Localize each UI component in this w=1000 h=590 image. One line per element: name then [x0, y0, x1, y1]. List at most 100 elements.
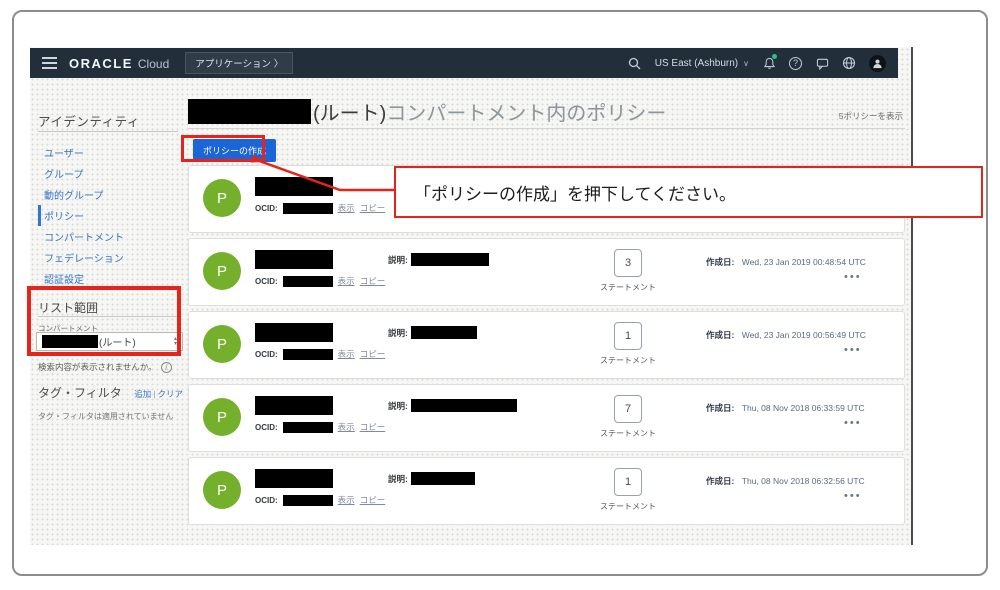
statement-count: 7 [624, 403, 632, 415]
ocid-show-link[interactable]: 表示 [338, 275, 355, 287]
description-label: 説明: [388, 327, 408, 338]
brand-oracle: ORACLE [69, 55, 133, 71]
avatar-letter: P [216, 262, 227, 280]
ocid-show-link[interactable]: 表示 [338, 494, 355, 506]
ocid-show-link[interactable]: 表示 [338, 202, 355, 214]
row-actions-menu-icon[interactable]: ••• [844, 490, 862, 502]
avatar-letter: P [216, 481, 227, 499]
statement-count: 3 [624, 257, 632, 269]
policy-row: P OCID: 表示 コピー 説明: 1 ステートメント 作成日: Thu, 0… [188, 457, 905, 525]
statement-count: 1 [624, 476, 632, 488]
region-selector[interactable]: US East (Ashburn) ∨ [655, 58, 749, 69]
ocid-label: OCID: [255, 203, 278, 213]
sidebar-item[interactable]: コンパートメント [38, 226, 178, 247]
tag-filter-heading: タグ・フィルタ [38, 386, 122, 400]
redacted-policy-name [255, 323, 333, 342]
ocid-copy-link[interactable]: コピー [360, 348, 386, 360]
policy-avatar: P [203, 471, 241, 509]
search-hint-text: 検索内容が表示されませんか。 [38, 362, 157, 372]
policy-avatar: P [203, 325, 241, 363]
redacted-ocid [282, 348, 333, 360]
redacted-description [410, 399, 517, 412]
create-policy-button[interactable]: ポリシーの作成 [193, 139, 277, 162]
sidebar-item[interactable]: 認証設定 [38, 268, 178, 289]
tag-clear-link[interactable]: クリア [157, 389, 183, 399]
ocid-copy-link[interactable]: コピー [360, 421, 386, 433]
avatar-letter: P [216, 335, 227, 353]
user-avatar-icon[interactable] [869, 54, 886, 72]
policy-count-label: 5ポリシーを表示 [838, 111, 903, 121]
screenshot-root: ORACLE Cloud アプリケーション 〉 US East (Ashburn… [0, 0, 1000, 590]
redacted-compartment-name [42, 335, 98, 348]
ocid-copy-link[interactable]: コピー [360, 275, 386, 287]
search-icon[interactable] [628, 56, 642, 70]
browser-screenshot: ORACLE Cloud アプリケーション 〉 US East (Ashburn… [30, 47, 913, 545]
ocid-show-link[interactable]: 表示 [338, 421, 355, 433]
oracle-cloud-logo: ORACLE Cloud [69, 56, 169, 71]
sidebar-heading: アイデンティティ [38, 115, 140, 129]
sidebar-item[interactable]: ユーザー [38, 142, 178, 163]
created-label: 作成日: [706, 330, 735, 340]
ocid-copy-link[interactable]: コピー [360, 202, 386, 214]
tag-add-link[interactable]: 追加 [134, 389, 151, 399]
policy-list: P OCID: 表示 コピー 説明: ステートメント 作成日: ••• P OC… [188, 165, 905, 530]
ocid-label: OCID: [255, 349, 278, 359]
page-title: (ルート) コンパートメント内のポリシー [188, 97, 666, 126]
redacted-policy-name [255, 396, 333, 415]
policy-row: P OCID: 表示 コピー 説明: 1 ステートメント 作成日: Wed, 2… [188, 311, 905, 379]
description-label: 説明: [388, 400, 408, 411]
select-spinner-icon: ▴ ▾ [173, 336, 177, 347]
sidebar-divider [38, 131, 178, 132]
redacted-ocid [282, 202, 333, 214]
compartment-select[interactable]: (ルート) ▴ ▾ [36, 332, 183, 351]
redacted-policy-name [255, 469, 333, 488]
created-value: Thu, 08 Nov 2018 06:33:59 UTC [741, 403, 865, 413]
feedback-chat-icon[interactable] [815, 56, 829, 70]
title-divider [188, 128, 905, 129]
notifications-bell-icon[interactable] [762, 54, 777, 70]
row-actions-menu-icon[interactable]: ••• [844, 417, 862, 429]
info-icon[interactable]: i [160, 361, 172, 373]
list-scope-heading: リスト範囲 [38, 301, 99, 315]
description-label: 説明: [388, 473, 408, 484]
redacted-ocid [282, 275, 333, 287]
statement-count-box: 1 [614, 322, 642, 350]
policy-avatar: P [203, 179, 241, 217]
avatar-letter: P [216, 408, 227, 426]
row-actions-menu-icon[interactable]: ••• [844, 271, 862, 283]
policy-avatar: P [203, 252, 241, 290]
avatar-letter: P [216, 189, 227, 207]
redacted-policy-name [255, 250, 333, 269]
annotation-callout-text: 「ポリシーの作成」を押下してください。 [414, 184, 736, 204]
notification-dot [772, 54, 777, 59]
created-label: 作成日: [706, 403, 735, 413]
title-rest: コンパートメント内のポリシー [386, 103, 667, 125]
redacted-ocid [282, 421, 333, 433]
sidebar-item[interactable]: グループ [38, 163, 178, 184]
row-actions-menu-icon[interactable]: ••• [844, 344, 862, 356]
hamburger-menu-icon[interactable] [42, 57, 57, 69]
statements-label: ステートメント [600, 429, 656, 438]
language-globe-icon[interactable] [842, 56, 856, 70]
sidebar-item[interactable]: 動的グループ [38, 184, 178, 205]
statement-count-box: 7 [614, 395, 642, 423]
annotation-callout: 「ポリシーの作成」を押下してください。 [394, 166, 983, 218]
sidebar-item[interactable]: フェデレーション [38, 247, 178, 268]
ocid-label: OCID: [255, 276, 278, 286]
ocid-show-link[interactable]: 表示 [338, 348, 355, 360]
statements-label: ステートメント [600, 356, 656, 365]
created-label: 作成日: [706, 257, 735, 267]
ocid-label: OCID: [255, 495, 278, 505]
help-icon[interactable]: ? [789, 56, 802, 70]
statement-count-box: 1 [614, 468, 642, 496]
breadcrumb[interactable]: アプリケーション 〉 [185, 52, 294, 74]
ocid-copy-link[interactable]: コピー [360, 494, 386, 506]
region-label: US East (Ashburn) [654, 57, 739, 69]
sidebar-item[interactable]: ポリシー [38, 205, 178, 226]
created-value: Thu, 08 Nov 2018 06:32:56 UTC [741, 476, 865, 486]
policy-avatar: P [203, 398, 241, 436]
redacted-description [410, 253, 489, 266]
compartment-root-label: (ルート) [99, 338, 136, 349]
redacted-policy-name [255, 177, 333, 196]
statements-label: ステートメント [600, 502, 656, 511]
